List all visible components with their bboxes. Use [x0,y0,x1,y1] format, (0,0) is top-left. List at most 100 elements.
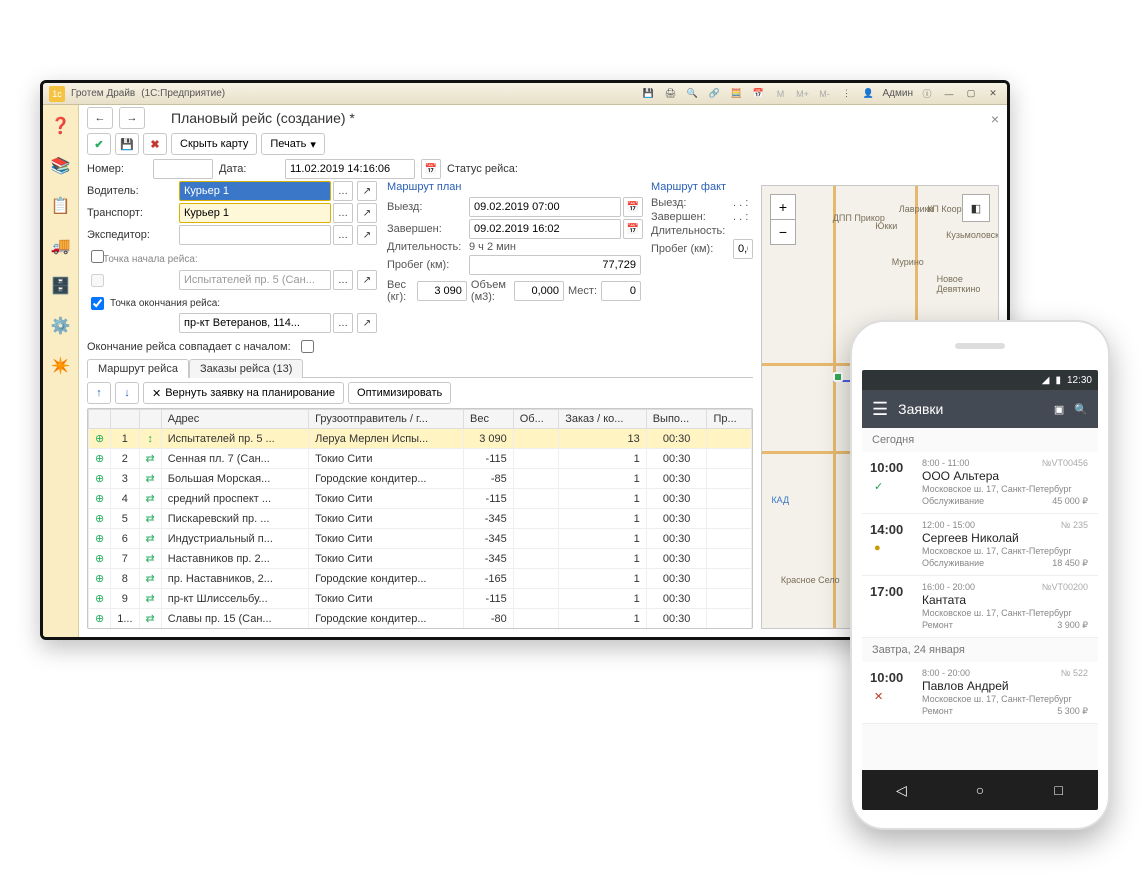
task-card[interactable]: 10:00✓№VT004568:00 - 11:00ООО АльтераМос… [862,452,1098,514]
col-0[interactable] [89,410,111,429]
weight-input[interactable] [417,281,467,301]
col-8[interactable]: Выпо... [646,410,707,429]
fact-mileage-input[interactable] [733,239,753,259]
table-row[interactable]: ⊕7⇄Наставников пр. 2...Токио Сити-345100… [89,549,752,569]
maximize-icon[interactable]: ▢ [963,86,979,102]
tab-route[interactable]: Маршрут рейса [87,359,189,378]
return-button[interactable]: ✕ Вернуть заявку на планирование [143,382,344,404]
transport-input[interactable] [179,203,331,223]
menu-icon[interactable]: ☰ [872,399,888,420]
forwarder-input[interactable] [179,225,331,245]
page-close-icon[interactable]: × [991,111,999,127]
col-7[interactable]: Заказ / ко... [559,410,646,429]
forwarder-more-icon[interactable]: … [333,225,353,245]
save-icon[interactable]: 💾 [641,86,657,102]
col-1[interactable] [111,410,139,429]
move-down-button[interactable]: ↓ [115,382,139,404]
nav-back-button[interactable]: ← [87,107,113,129]
table-row[interactable]: ⊕5⇄Пискаревский пр. ...Токио Сити-345100… [89,509,752,529]
route-table[interactable]: АдресГрузоотправитель / г...ВесОб...Зака… [87,408,753,629]
save-button[interactable]: 💾 [115,133,139,155]
driver-input[interactable] [179,181,331,201]
sidebar-db-icon[interactable]: 🗄️ [48,273,74,299]
volume-input[interactable] [514,281,564,301]
col-3[interactable]: Адрес [161,410,308,429]
nav-back-icon[interactable]: ◁ [889,778,913,802]
endpoint-input[interactable] [179,313,331,333]
startpoint-label: Точка начала рейса: [103,254,331,265]
col-4[interactable]: Грузоотправитель / г... [309,410,464,429]
table-row[interactable]: ⊕8⇄пр. Наставников, 2...Городские кондит… [89,569,752,589]
table-row[interactable]: ⊕4⇄средний проспект ...Токио Сити-115100… [89,489,752,509]
startpoint-more-icon[interactable]: … [333,270,353,290]
plan-finish-input[interactable] [469,219,621,239]
table-row[interactable]: ⊕1...⇄Славы пр. 15 (Сан...Городские конд… [89,609,752,629]
task-card[interactable]: 10:00✕№ 5228:00 - 20:00Павлов АндрейМоск… [862,662,1098,724]
nav-recent-icon[interactable]: □ [1047,778,1071,802]
forwarder-open-icon[interactable]: ↗ [357,225,377,245]
optimize-button[interactable]: Оптимизировать [348,382,451,404]
minimize-icon[interactable]: — [941,86,957,102]
print-label: Печать [270,138,306,150]
plan-mileage-input[interactable] [469,255,641,275]
table-row[interactable]: ⊕3⇄Большая Морская...Городские кондитер.… [89,469,752,489]
endpoint-open-icon[interactable]: ↗ [357,313,377,333]
driver-open-icon[interactable]: ↗ [357,181,377,201]
search-icon[interactable]: 🔍 [685,86,701,102]
calendar-icon[interactable]: 📅 [751,86,767,102]
plan-finish-cal-icon[interactable]: 📅 [623,219,643,239]
startpoint-input[interactable] [179,270,331,290]
cancel-button[interactable]: ✖ [143,133,167,155]
table-row[interactable]: ⊕2⇄Сенная пл. 7 (Сан...Токио Сити-115100… [89,449,752,469]
sidebar-misc-icon[interactable]: ✴️ [48,353,74,379]
table-row[interactable]: ⊕1↕Испытателей пр. 5 ...Леруа Мерлен Исп… [89,429,752,449]
close-icon[interactable]: ✕ [985,86,1001,102]
sidebar-truck-icon[interactable]: 🚚 [48,233,74,259]
table-row[interactable]: ⊕1⇄Будапештская ул...Токио Сити-345 [89,629,752,630]
zoom-mminus-icon[interactable]: M- [817,86,833,102]
table-row[interactable]: ⊕9⇄пр-кт Шлиссельбу...Токио Сити-115100:… [89,589,752,609]
driver-more-icon[interactable]: … [333,181,353,201]
number-input[interactable] [153,159,213,179]
transport-more-icon[interactable]: … [333,203,353,223]
search-icon[interactable]: 🔍 [1074,403,1088,416]
table-row[interactable]: ⊕6⇄Индустриальный п...Токио Сити-345100:… [89,529,752,549]
date-input[interactable] [285,159,415,179]
map-zoom-out-button[interactable]: − [770,219,796,245]
sidebar-help-icon[interactable]: ❓ [48,113,74,139]
transport-open-icon[interactable]: ↗ [357,203,377,223]
map-zoom-in-button[interactable]: + [770,194,796,220]
calc-icon[interactable]: 🧮 [729,86,745,102]
nav-home-icon[interactable]: ○ [968,778,992,802]
sidebar-books-icon[interactable]: 📚 [48,153,74,179]
print-button[interactable]: Печать ▾ [261,133,325,155]
endpoint-check[interactable] [91,297,104,310]
move-up-button[interactable]: ↑ [87,382,111,404]
col-6[interactable]: Об... [513,410,558,429]
seats-input[interactable] [601,281,641,301]
end-equals-start-check[interactable] [301,340,314,353]
scan-icon[interactable]: ▣ [1054,403,1064,416]
help-icon[interactable]: ⓘ [919,86,935,102]
hide-map-button[interactable]: Скрыть карту [171,133,257,155]
ok-button[interactable]: ✔ [87,133,111,155]
tab-orders[interactable]: Заказы рейса (13) [189,359,303,378]
link-icon[interactable]: 🔗 [707,86,723,102]
col-2[interactable] [139,410,161,429]
nav-forward-button[interactable]: → [119,107,145,129]
task-card[interactable]: 17:00№VT0020016:00 - 20:00КантатаМосковс… [862,576,1098,638]
zoom-mplus-icon[interactable]: M+ [795,86,811,102]
endpoint-more-icon[interactable]: … [333,313,353,333]
print-icon[interactable]: 🖨 [663,86,679,102]
plan-depart-input[interactable] [469,197,621,217]
col-5[interactable]: Вес [463,410,513,429]
plan-depart-cal-icon[interactable]: 📅 [623,197,643,217]
col-9[interactable]: Пр... [707,410,752,429]
startpoint-open-icon[interactable]: ↗ [357,270,377,290]
task-card[interactable]: 14:00●№ 23512:00 - 15:00Сергеев НиколайМ… [862,514,1098,576]
sidebar-settings-icon[interactable]: ⚙️ [48,313,74,339]
map-layers-icon[interactable]: ◧ [962,194,990,222]
zoom-m-icon[interactable]: M [773,86,789,102]
sidebar-tasks-icon[interactable]: 📋 [48,193,74,219]
date-picker-icon[interactable]: 📅 [421,159,441,179]
